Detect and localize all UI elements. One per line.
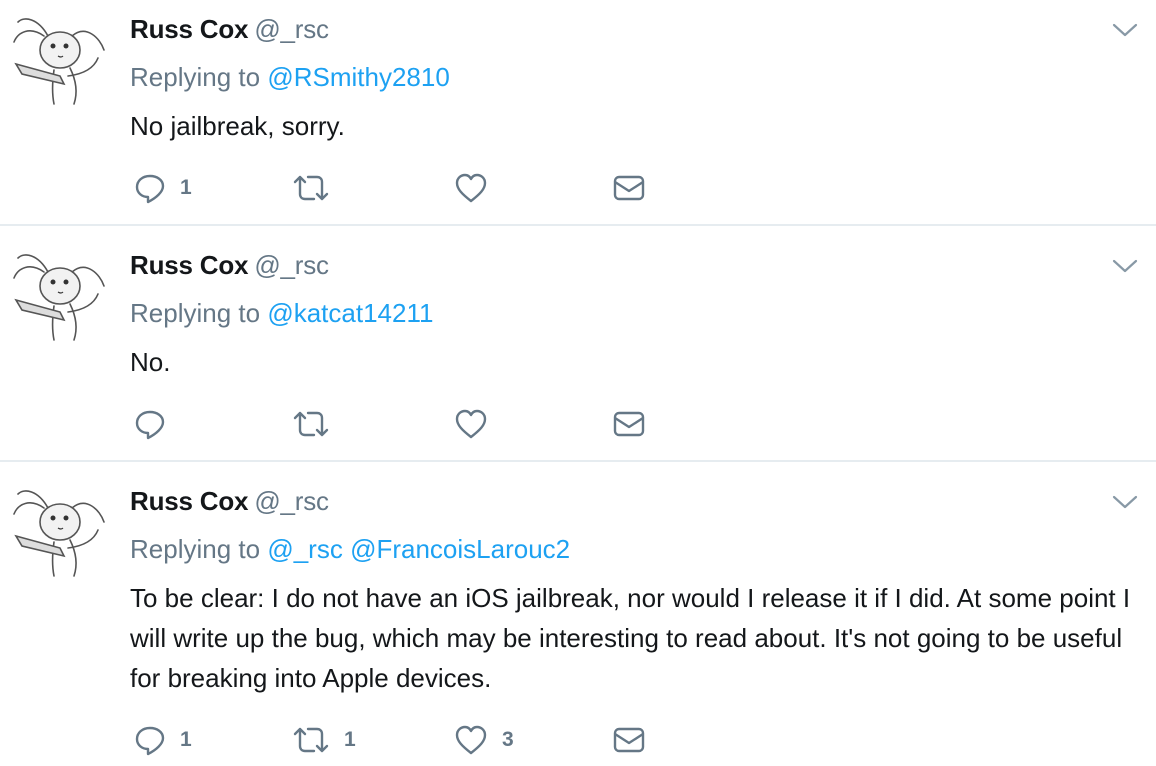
tweet-text: To be clear: I do not have an iOS jailbr… (130, 583, 1131, 693)
chevron-down-icon[interactable] (1110, 256, 1140, 276)
author-handle[interactable]: @_rsc (254, 250, 329, 280)
reply-icon (135, 410, 165, 440)
avatar[interactable] (8, 486, 112, 578)
dm-button[interactable] (612, 168, 646, 208)
heart-icon (455, 173, 487, 203)
reply-count: 1 (180, 176, 192, 199)
replying-to: Replying to @RSmithy2810 (130, 62, 450, 92)
mention-link[interactable]: @katcat14211 (267, 298, 433, 328)
avatar[interactable] (8, 14, 112, 106)
tweet-actions (130, 404, 690, 444)
tweet-actions: 1 1 3 (130, 720, 690, 760)
chevron-down-icon[interactable] (1110, 20, 1140, 40)
reply-button[interactable]: 1 (134, 720, 192, 760)
tweet-3[interactable]: Russ Cox @_rsc Replying to @_rsc @Francoi… (0, 462, 1156, 766)
mention-link[interactable]: @_rsc (267, 534, 343, 564)
tweet-actions: 1 (130, 168, 690, 208)
author-name[interactable]: Russ Cox @_rsc (130, 250, 329, 281)
mention-link[interactable]: @RSmithy2810 (267, 62, 449, 92)
tweet-text: No jailbreak, sorry. (130, 111, 345, 141)
retweet-icon (293, 727, 329, 753)
mention-link[interactable]: @FrancoisLarouc2 (350, 534, 570, 564)
author-handle[interactable]: @_rsc (254, 486, 329, 516)
heart-icon (455, 409, 487, 439)
avatar[interactable] (8, 250, 112, 342)
retweet-icon (293, 411, 329, 437)
replying-to: Replying to @katcat14211 (130, 298, 434, 328)
chevron-down-icon[interactable] (1110, 492, 1140, 512)
like-button[interactable]: 3 (454, 720, 514, 760)
author-name[interactable]: Russ Cox @_rsc (130, 486, 329, 517)
reply-button[interactable]: 1 (134, 168, 192, 208)
author-name[interactable]: Russ Cox @_rsc (130, 14, 329, 45)
replying-to: Replying to @_rsc @FrancoisLarouc2 (130, 534, 571, 564)
tweet-text: No. (130, 347, 171, 377)
retweet-button[interactable]: 1 (292, 720, 356, 760)
author-handle[interactable]: @_rsc (254, 14, 329, 44)
like-button[interactable] (454, 404, 502, 444)
retweet-count: 1 (344, 728, 356, 751)
envelope-icon (613, 411, 645, 437)
rabbit-avatar-icon (13, 254, 105, 341)
reply-icon (135, 726, 165, 756)
heart-icon (455, 725, 487, 755)
like-button[interactable] (454, 168, 502, 208)
like-count: 3 (502, 728, 514, 751)
envelope-icon (613, 175, 645, 201)
tweet-2[interactable]: Russ Cox @_rsc Replying to @katcat14211 N… (0, 226, 1156, 460)
retweet-icon (293, 175, 329, 201)
retweet-button[interactable] (292, 168, 344, 208)
reply-icon (135, 174, 165, 204)
rabbit-avatar-icon (13, 490, 105, 577)
tweet-1[interactable]: Russ Cox @_rsc Replying to @RSmithy2810 N… (0, 0, 1156, 224)
dm-button[interactable] (612, 404, 646, 444)
dm-button[interactable] (612, 720, 646, 760)
retweet-button[interactable] (292, 404, 344, 444)
envelope-icon (613, 727, 645, 753)
reply-button[interactable] (134, 404, 180, 444)
rabbit-avatar-icon (13, 18, 105, 105)
reply-count: 1 (180, 728, 192, 751)
